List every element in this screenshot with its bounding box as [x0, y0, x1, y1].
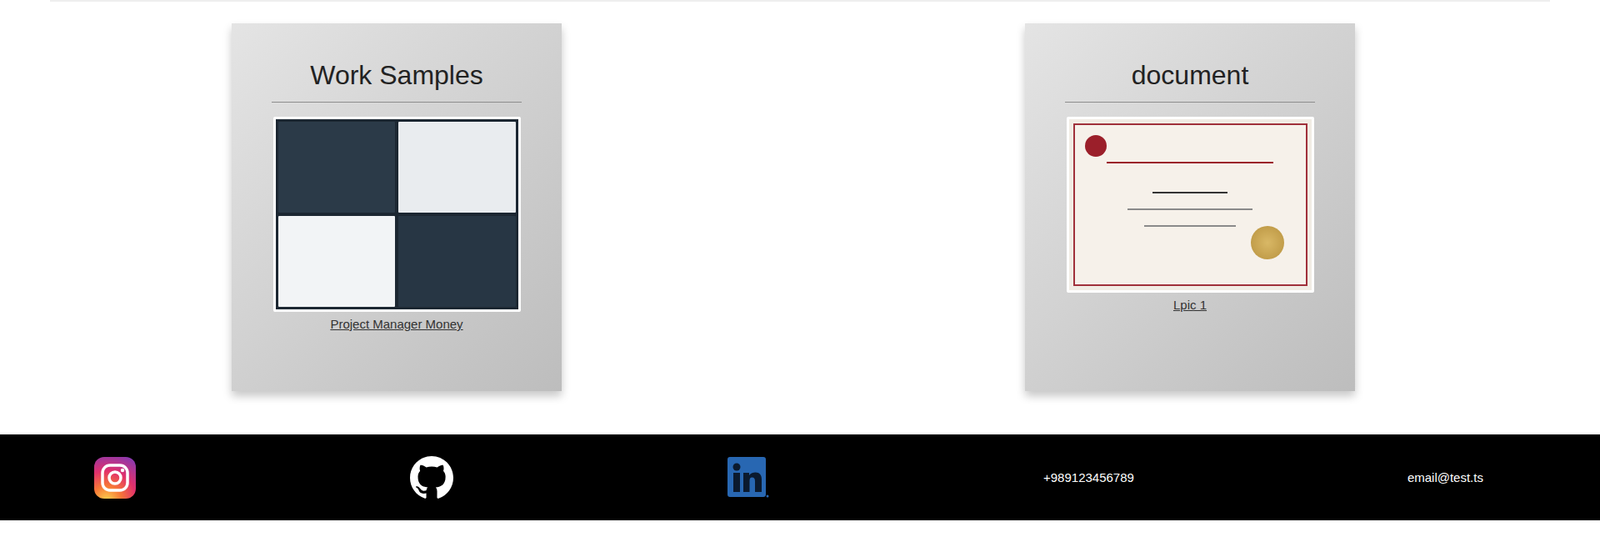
- card: Work Samples Project Manager Money: [231, 23, 562, 391]
- card-link[interactable]: Project Manager Money: [330, 315, 463, 333]
- instagram-icon[interactable]: [93, 455, 137, 500]
- card-title: Work Samples: [310, 58, 483, 92]
- card: document Lpic 1: [1025, 23, 1355, 391]
- header-divider: [50, 0, 1550, 2]
- work-sample-image[interactable]: [273, 116, 521, 312]
- page: Work Samples Project Manager Money docume…: [0, 0, 1600, 542]
- card-divider: [1065, 101, 1315, 103]
- footer: +989123456789 email@test.ts: [0, 434, 1600, 520]
- cards-section: Work Samples Project Manager Money docume…: [0, 1, 1600, 435]
- card-title: document: [1131, 58, 1250, 92]
- linkedin-icon[interactable]: [726, 455, 770, 500]
- phone-number[interactable]: +989123456789: [1043, 469, 1135, 486]
- card-link[interactable]: Lpic 1: [1173, 296, 1207, 314]
- email-address[interactable]: email@test.ts: [1407, 469, 1484, 486]
- github-icon[interactable]: [410, 455, 454, 500]
- card-divider: [271, 101, 522, 103]
- certificate-image[interactable]: [1066, 116, 1315, 293]
